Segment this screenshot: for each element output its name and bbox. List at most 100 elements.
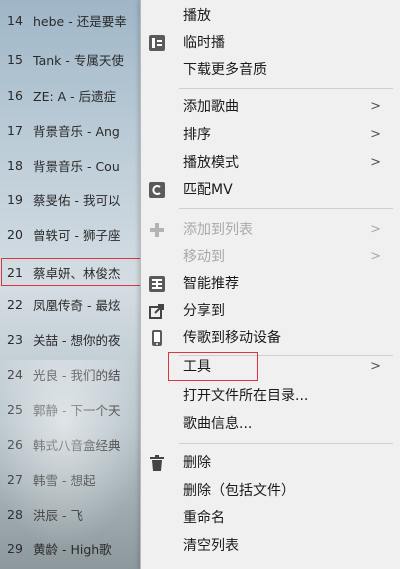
playlist-row-selected[interactable]: 21 蔡卓妍、林俊杰 [0,257,142,287]
submenu-arrow-icon: > [370,222,381,237]
menu-item-open-folder[interactable]: 打开文件所在目录... [141,383,400,409]
menu-item-delete[interactable]: 删除 [141,450,400,476]
submenu-arrow-icon: > [370,127,381,142]
track-title: 韩雪 - 想起 [33,473,96,488]
menu-item-label: 重命名 [183,510,225,526]
menu-item-label: 打开文件所在目录... [183,388,309,404]
menu-item-tools[interactable]: 工具 > [141,354,400,380]
menu-item-label: 播放 [183,8,211,24]
menu-item-label: 传歌到移动设备 [183,330,281,346]
track-number: 18 [7,158,23,173]
menu-item-label: 临时播 [183,35,225,51]
menu-item-label: 歌曲信息... [183,416,253,432]
playlist-row[interactable]: 25 郭静 - 下一个天 [0,397,160,422]
track-title: ZE: A - 后遗症 [33,89,117,104]
track-number: 14 [7,13,23,28]
playlist-row[interactable]: 22 凤凰传奇 - 最炫 [0,292,160,317]
playlist-row[interactable]: 17 背景音乐 - Ang [0,118,160,143]
menu-item-share-to[interactable]: 分享到 [141,298,400,324]
track-title: 背景音乐 - Cou [33,159,120,174]
track-number: 25 [7,402,23,417]
playlist-row[interactable]: 14 hebe - 还是要幸 [0,8,160,33]
track-title: 背景音乐 - Ang [33,124,120,139]
trash-icon [148,454,166,472]
menu-item-rename[interactable]: 重命名 [141,505,400,531]
menu-separator [179,208,393,209]
menu-item-label: 工具 [183,359,211,375]
menu-item-smart-recommend[interactable]: 智能推荐 [141,271,400,297]
playlist-row[interactable]: 20 曾轶可 - 狮子座 [0,222,160,247]
menu-separator [179,443,393,444]
mv-icon [148,181,166,199]
menu-item-add-song[interactable]: 添加歌曲 > [141,94,400,120]
track-title: 郭静 - 下一个天 [33,403,121,418]
track-number: 20 [7,227,23,242]
track-number: 26 [7,437,23,452]
share-icon [148,302,166,320]
menu-item-add-to-list: 添加到列表 > [141,217,400,243]
menu-item-label: 添加歌曲 [183,99,239,115]
submenu-arrow-icon: > [370,155,381,170]
recommend-icon [148,275,166,293]
plus-icon [148,221,166,239]
playlist-panel: 14 hebe - 还是要幸 15 Tank - 专属天使 16 ZE: A - 后遗… [0,0,160,569]
playlist-row[interactable]: 18 背景音乐 - Cou [0,153,160,178]
menu-item-transfer-mobile[interactable]: 传歌到移动设备 [141,325,400,351]
track-number: 22 [7,297,23,312]
track-title: 韩式八音盒经典 [33,438,121,453]
track-title: 曾轶可 - 狮子座 [33,228,121,243]
submenu-arrow-icon: > [370,249,381,264]
playlist-row[interactable]: 15 Tank - 专属天使 [0,47,160,72]
menu-item-sort[interactable]: 排序 > [141,122,400,148]
menu-item-label: 移动到 [183,249,225,265]
menu-item-move-to: 移动到 > [141,244,400,270]
track-number: 29 [7,541,23,556]
playlist-row[interactable]: 27 韩雪 - 想起 [0,467,160,492]
menu-item-label: 排序 [183,127,211,143]
menu-item-label: 播放模式 [183,155,239,171]
playlist-row[interactable]: 26 韩式八音盒经典 [0,432,160,457]
menu-item-label: 智能推荐 [183,276,239,292]
menu-item-label: 添加到列表 [183,222,253,238]
track-number: 24 [7,367,23,382]
track-title: 凤凰传奇 - 最炫 [33,298,121,313]
menu-item-label: 下载更多音质 [183,62,267,78]
menu-item-label: 清空列表 [183,538,239,554]
track-number: 21 [7,264,23,280]
menu-item-temp-play[interactable]: 临时播 [141,30,400,56]
temp-play-icon [148,34,166,52]
mobile-device-icon [148,329,166,347]
menu-item-play-mode[interactable]: 播放模式 > [141,150,400,176]
playlist-row[interactable]: 28 洪辰 - 飞 [0,502,160,527]
submenu-arrow-icon: > [370,99,381,114]
track-number: 17 [7,123,23,138]
playlist-row[interactable]: 29 黄龄 - High歌 [0,536,160,561]
submenu-arrow-icon: > [370,359,381,374]
menu-item-match-mv[interactable]: 匹配MV [141,177,400,203]
menu-item-delete-with-file[interactable]: 删除（包括文件） [141,478,400,504]
track-number: 19 [7,192,23,207]
playlist-row[interactable]: 19 蔡旻佑 - 我可以 [0,187,160,212]
menu-item-song-info[interactable]: 歌曲信息... [141,411,400,437]
track-number: 16 [7,88,23,103]
track-title: hebe - 还是要幸 [33,14,127,29]
track-number: 27 [7,472,23,487]
track-number: 15 [7,52,23,67]
context-menu: 播放 临时播 下载更多音质 添加歌曲 > 排序 > 播放模式 > 匹配MV 添加… [140,0,400,569]
menu-item-label: 匹配MV [183,182,233,198]
track-title: 蔡旻佑 - 我可以 [33,193,121,208]
menu-item-play[interactable]: 播放 [141,3,400,29]
track-number: 28 [7,507,23,522]
playlist-row[interactable]: 24 光良 - 我们的结 [0,362,160,387]
playlist-row[interactable]: 16 ZE: A - 后遗症 [0,83,160,108]
track-title: 蔡卓妍、林俊杰 [33,265,121,281]
track-number: 23 [7,332,23,347]
menu-item-label: 删除 [183,455,211,471]
menu-separator [179,88,393,89]
menu-item-clear-list[interactable]: 清空列表 [141,533,400,559]
track-title: 洪辰 - 飞 [33,508,83,523]
track-title: 黄龄 - High歌 [33,542,112,557]
menu-item-label: 删除（包括文件） [183,483,295,499]
playlist-row[interactable]: 23 关喆 - 想你的夜 [0,327,160,352]
menu-item-download-quality[interactable]: 下载更多音质 [141,57,400,83]
